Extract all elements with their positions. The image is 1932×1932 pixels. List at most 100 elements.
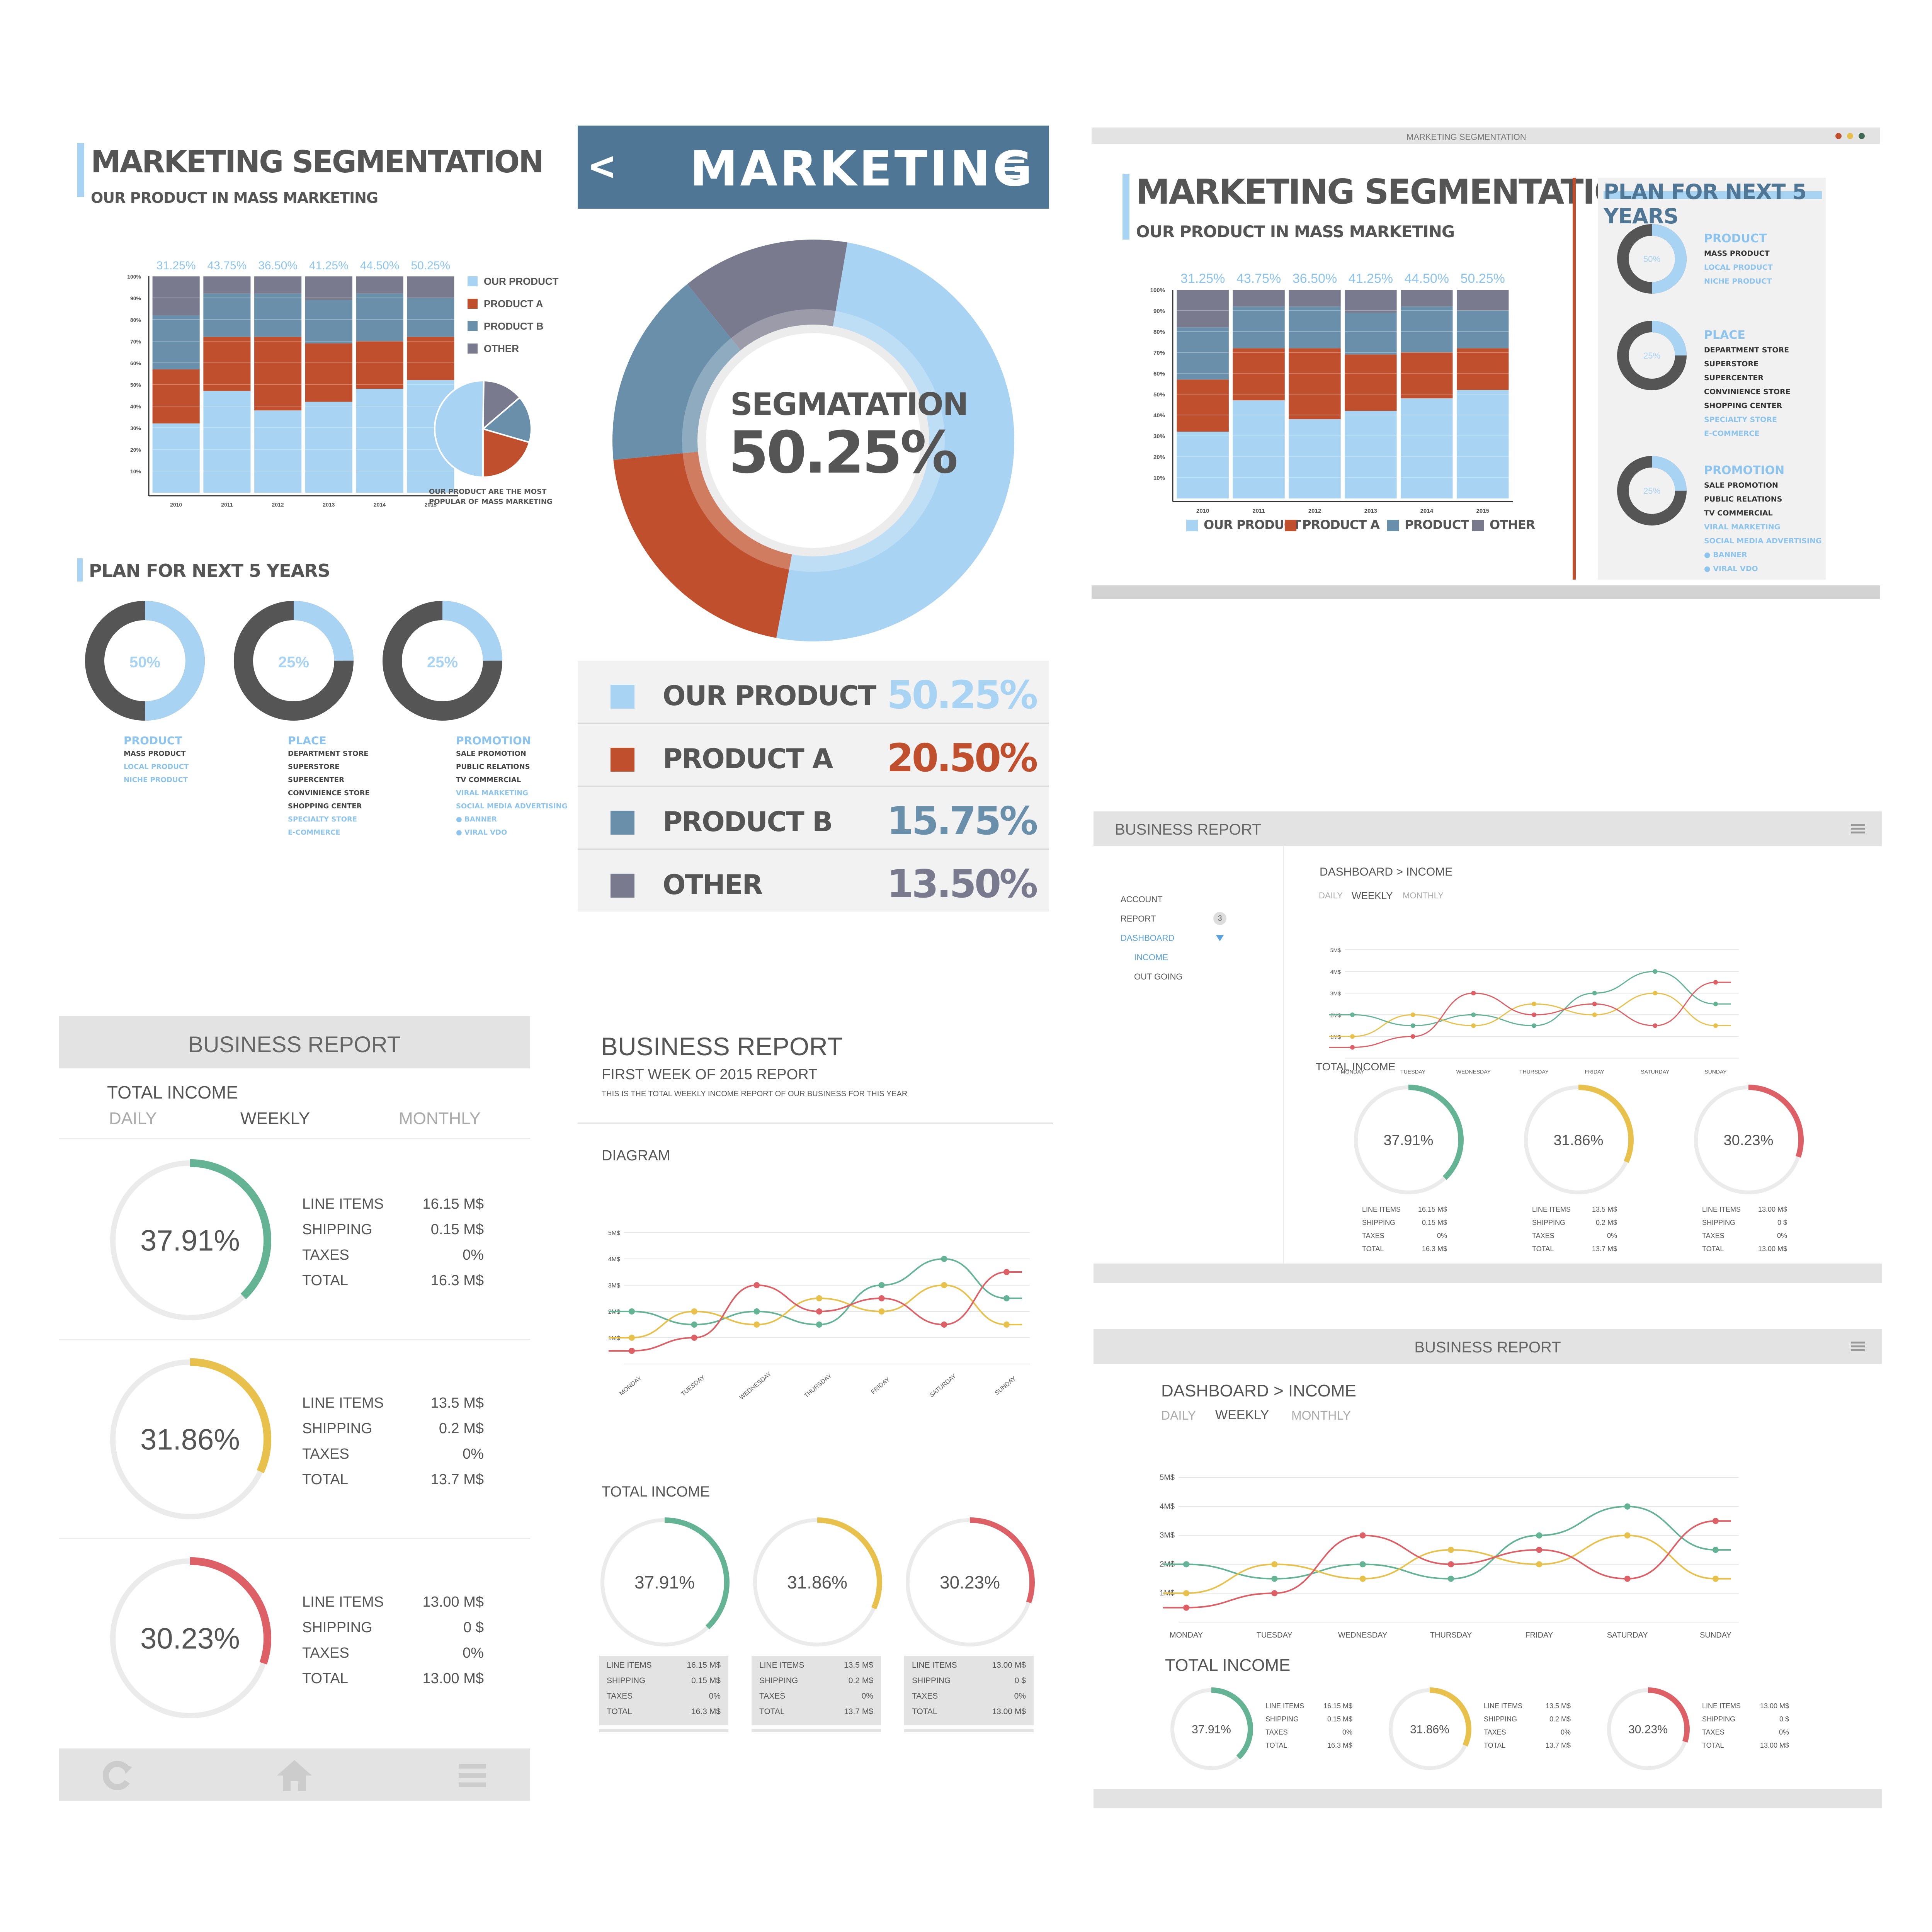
line-value: 13.00 M$ — [422, 1670, 484, 1687]
y-tick-label: 80% — [1153, 329, 1165, 335]
tab-weekly[interactable]: WEEKLY — [240, 1109, 310, 1128]
divider-line — [578, 1122, 1053, 1124]
bar-top-label: 43.75% — [1236, 271, 1281, 286]
bar-top-label: 50.25% — [1461, 271, 1505, 286]
data-point — [816, 1308, 822, 1315]
line-value: 13.5 M$ — [1545, 1702, 1571, 1710]
line-value: 0% — [861, 1692, 873, 1701]
bar-segment — [203, 293, 251, 337]
plan-line: ● BANNER — [456, 815, 497, 823]
plan-donut: 25% — [1617, 321, 1687, 390]
sidebar-item-income[interactable]: INCOME — [1134, 952, 1168, 963]
ring-percent: 37.91% — [1192, 1723, 1231, 1736]
line-value: 0.15 M$ — [1422, 1219, 1447, 1226]
plan-line: SOCIAL MEDIA ADVERTISING — [456, 802, 568, 810]
y-tick-label: 60% — [1153, 371, 1165, 377]
x-tick-label: SUNDAY — [1704, 1069, 1727, 1075]
weekly-line-chart: 1M$2M$3M$4M$5M$MONDAY TUESDAY WEDNESDAY THU… — [1160, 1473, 1739, 1639]
legend-swatch — [468, 344, 478, 354]
line-label: SHIPPING — [1532, 1219, 1566, 1226]
bar-segment — [1233, 348, 1285, 401]
tab-daily[interactable]: DAILY — [109, 1109, 157, 1128]
bar-segment — [356, 389, 403, 493]
menu-button[interactable]: ≡ — [993, 143, 1029, 192]
line-label: LINE ITEMS — [759, 1661, 804, 1670]
data-point — [1410, 1023, 1415, 1028]
legend-swatch — [611, 685, 634, 709]
bar-segment — [1289, 419, 1341, 498]
income-ring: 30.23% — [1607, 1687, 1690, 1770]
back-button[interactable]: < — [589, 141, 615, 190]
y-tick-label: 5M$ — [1330, 947, 1341, 953]
refresh-icon[interactable] — [103, 1760, 134, 1791]
y-tick-label: 10% — [130, 468, 141, 474]
sidebar-item-dashboard[interactable]: DASHBOARD — [1121, 933, 1174, 943]
segmentation-window: MARKETING SEGMENTATION MARKETING SEGMENT… — [1092, 128, 1880, 599]
plan-line: DEPARTMENT STORE — [1704, 346, 1789, 354]
bar-segment — [1345, 313, 1397, 355]
plan-line: SHOPPING CENTER — [1704, 401, 1782, 410]
line-value: 0% — [463, 1645, 484, 1661]
sidebar-item-report[interactable]: REPORT — [1121, 914, 1156, 924]
maximize-dot-icon[interactable] — [1859, 133, 1865, 139]
x-tick-label: 2013 — [323, 502, 335, 508]
line-label: TAXES — [302, 1645, 349, 1661]
tab-monthly[interactable]: MONTHLY — [1291, 1408, 1351, 1423]
menu-icon[interactable] — [1851, 1341, 1866, 1352]
legend-swatch — [611, 874, 634, 898]
data-point — [1271, 1561, 1278, 1568]
close-dot-icon[interactable] — [1835, 133, 1842, 139]
line-label: TOTAL — [759, 1707, 785, 1716]
plan-heading: PRODUCT — [1704, 232, 1767, 245]
data-point — [1359, 1532, 1366, 1539]
line-value: 13.5 M$ — [844, 1661, 873, 1670]
line-value: 0% — [463, 1247, 484, 1263]
window-titlebar: BUSINESS REPORT — [1094, 1329, 1882, 1364]
donut-fill — [293, 601, 354, 661]
line-value: 0% — [1342, 1728, 1352, 1736]
tab-daily[interactable]: DAILY — [1161, 1408, 1196, 1423]
line-value: 16.15 M$ — [422, 1196, 484, 1212]
ring-percent: 31.86% — [140, 1423, 240, 1456]
plan-line: PUBLIC RELATIONS — [456, 763, 530, 771]
diagram-label: DIAGRAM — [602, 1148, 670, 1164]
menu-icon[interactable] — [457, 1762, 488, 1789]
line-label: TOTAL — [1484, 1742, 1506, 1749]
legend-swatch — [468, 299, 478, 309]
data-point — [1350, 1034, 1355, 1039]
window-bottom-bar — [1094, 1789, 1882, 1808]
sidebar-item-outgoing[interactable]: OUT GOING — [1134, 972, 1183, 982]
line-value: 13.00 M$ — [422, 1594, 484, 1610]
plan-heading: PLACE — [288, 734, 327, 747]
tab-monthly[interactable]: MONTHLY — [399, 1109, 481, 1128]
bar-segment — [407, 337, 454, 380]
y-tick-label: 60% — [130, 360, 141, 366]
income-app: BUSINESS REPORT TOTAL INCOME DAILY WEEKL… — [59, 1016, 530, 1801]
menu-icon[interactable] — [1851, 823, 1866, 835]
caret-down-icon — [1216, 935, 1224, 941]
window-title: BUSINESS REPORT — [1414, 1339, 1561, 1356]
minimize-dot-icon[interactable] — [1847, 133, 1853, 139]
plan-line: ● VIRAL VDO — [1704, 565, 1758, 573]
data-point — [629, 1335, 635, 1341]
bar-top-label: 50.25% — [411, 259, 450, 272]
home-icon[interactable] — [275, 1758, 314, 1793]
data-point — [1271, 1590, 1278, 1597]
line-value: 0.2 M$ — [848, 1676, 873, 1685]
line-value: 13.7 M$ — [1592, 1245, 1617, 1253]
legend-label: OTHER — [1490, 517, 1535, 532]
tab-weekly[interactable]: WEEKLY — [1215, 1408, 1269, 1423]
line-value: 16.3 M$ — [691, 1707, 721, 1716]
line-value: 13.00 M$ — [992, 1707, 1026, 1716]
legend-label: PRODUCT A — [663, 743, 833, 775]
sidebar-item-account[interactable]: ACCOUNT — [1121, 895, 1163, 905]
breadcrumb: DASHBOARD > INCOME — [1320, 866, 1453, 878]
data-point — [1471, 991, 1476, 996]
line-value: 13.5 M$ — [1592, 1206, 1617, 1213]
plan-line: SALE PROMOTION — [456, 750, 526, 758]
x-tick-label: 2010 — [1196, 508, 1209, 514]
bar-segment — [356, 276, 403, 294]
line-label: LINE ITEMS — [1265, 1702, 1304, 1710]
x-tick-label: FRIDAY — [1525, 1631, 1553, 1639]
income-ring: 30.23% — [1694, 1085, 1804, 1194]
